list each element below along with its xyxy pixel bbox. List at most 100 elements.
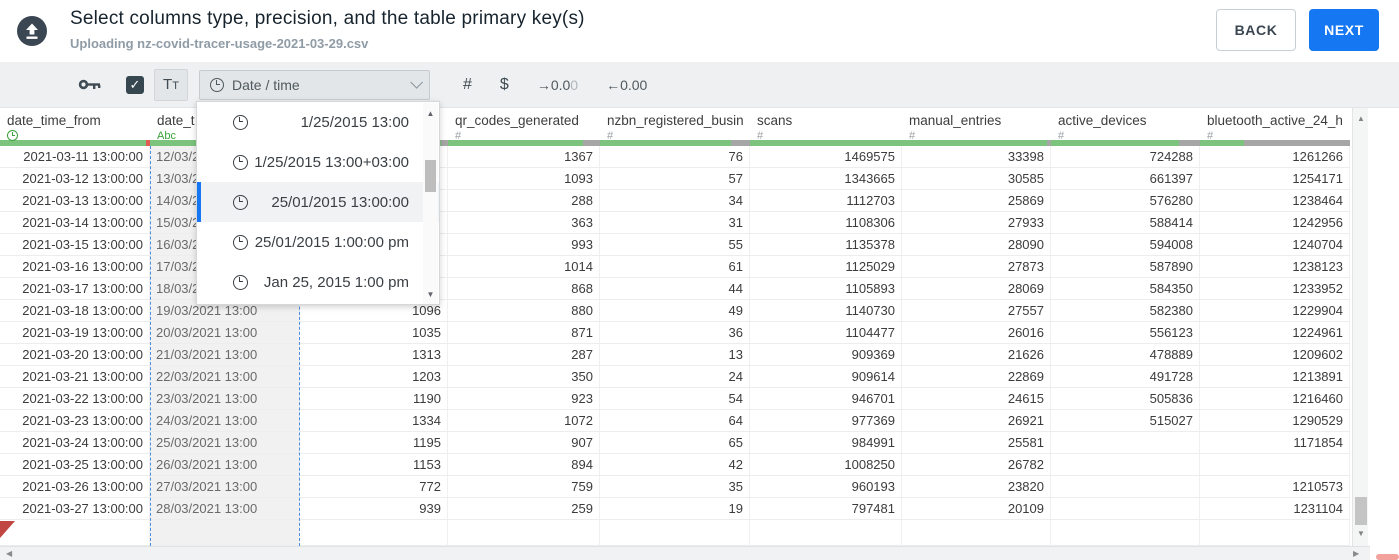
table-cell	[600, 520, 750, 546]
table-cell: 44	[600, 278, 750, 300]
clock-icon	[233, 274, 248, 290]
table-cell: 1313	[300, 344, 448, 366]
table-cell: 26921	[902, 410, 1051, 432]
primary-key-icon[interactable]	[78, 78, 102, 91]
table-cell: 65	[600, 432, 750, 454]
table-cell: 2021-03-12 13:00:00	[0, 168, 150, 190]
table-cell: 759	[448, 476, 600, 498]
scroll-up-icon[interactable]: ▲	[423, 109, 438, 118]
table-cell: 2021-03-11 13:00:00	[0, 146, 150, 168]
menu-scrollbar-thumb[interactable]	[425, 160, 436, 192]
column-header[interactable]: bluetooth_active_24_hr_ #	[1200, 108, 1350, 142]
table-cell: 2021-03-20 13:00:00	[0, 344, 150, 366]
table-cell: 1210573	[1200, 476, 1350, 498]
table-cell: 21626	[902, 344, 1051, 366]
column-manual_entries: manual_entries #33398 30585 25869 27933 28090…	[902, 108, 1051, 546]
table-cell: 55	[600, 234, 750, 256]
clock-icon	[233, 234, 248, 250]
table-cell	[150, 520, 300, 546]
table-cell: 576280	[1051, 190, 1200, 212]
table-cell: 24/03/2021 13:00	[150, 410, 300, 432]
table-cell: 556123	[1051, 322, 1200, 344]
table-cell: 907	[448, 432, 600, 454]
table-cell: 1216460	[1200, 388, 1350, 410]
table-cell: 1290529	[1200, 410, 1350, 432]
table-cell: 1213891	[1200, 366, 1350, 388]
menu-scrollbar[interactable]: ▲ ▼	[423, 103, 438, 304]
column-header[interactable]: qr_codes_generated #	[448, 108, 600, 142]
datetime-format-option[interactable]: 1/25/2015 13:00+03:00	[197, 142, 439, 182]
table-cell: 1238464	[1200, 190, 1350, 212]
column-header[interactable]: date_time_from	[0, 108, 150, 141]
column-header[interactable]: scans #	[750, 108, 902, 142]
back-button[interactable]: BACK	[1216, 9, 1296, 51]
table-cell: 491728	[1051, 366, 1200, 388]
table-cell	[1051, 432, 1200, 454]
table-cell: 594008	[1051, 234, 1200, 256]
scroll-right-icon[interactable]: ▶	[1353, 548, 1359, 560]
table-cell: 880	[448, 300, 600, 322]
table-cell	[448, 520, 600, 546]
table-cell: 797481	[750, 498, 902, 520]
table-cell: 2021-03-25 13:00:00	[0, 454, 150, 476]
table-cell: 34	[600, 190, 750, 212]
scroll-down-icon[interactable]: ▼	[1353, 529, 1369, 538]
table-cell: 27/03/2021 13:00	[150, 476, 300, 498]
table-cell: 1104477	[750, 322, 902, 344]
include-column-checkbox[interactable]: ✓	[126, 75, 144, 94]
datetime-format-option[interactable]: Jan 25, 2015 1:00 pm	[197, 262, 439, 302]
scroll-up-icon[interactable]: ▲	[1353, 114, 1369, 123]
table-cell	[1051, 454, 1200, 476]
datetime-format-option[interactable]: 1/25/2015 13:00	[197, 102, 439, 142]
format-option-label: 25/01/2015 1:00:00 pm	[254, 233, 409, 251]
table-cell: 22869	[902, 366, 1051, 388]
column-header[interactable]: nzbn_registered_busine #	[600, 108, 750, 142]
table-cell: 1035	[300, 322, 448, 344]
datetime-format-option[interactable]: 25/01/2015 1:00:00 pm	[197, 222, 439, 262]
table-cell: 1014	[448, 256, 600, 278]
table-cell: 894	[448, 454, 600, 476]
table-cell: 350	[448, 366, 600, 388]
datetime-format-option[interactable]: 25/01/2015 13:00:00	[197, 182, 439, 222]
datetime-format-menu: 1/25/2015 13:00 1/25/2015 13:00+03:00 25/0…	[196, 101, 440, 305]
chevron-down-icon	[410, 76, 423, 89]
next-button[interactable]: NEXT	[1309, 9, 1379, 51]
table-cell: 588414	[1051, 212, 1200, 234]
vertical-scrollbar-thumb[interactable]	[1355, 497, 1367, 525]
table-cell: 22/03/2021 13:00	[150, 366, 300, 388]
column-type-select[interactable]: Date / time	[199, 69, 430, 100]
table-cell: 76	[600, 146, 750, 168]
table-cell: 2021-03-27 13:00:00	[0, 498, 150, 520]
table-cell: 1125029	[750, 256, 902, 278]
currency-type-icon[interactable]: $	[500, 76, 509, 94]
table-cell: 1008250	[750, 454, 902, 476]
table-cell: 1229904	[1200, 300, 1350, 322]
vertical-scrollbar[interactable]: ▲ ▼	[1352, 108, 1368, 546]
scroll-down-icon[interactable]: ▼	[423, 290, 438, 299]
table-cell: 909614	[750, 366, 902, 388]
table-cell: 26/03/2021 13:00	[150, 454, 300, 476]
column-header[interactable]: manual_entries #	[902, 108, 1051, 142]
number-type-icon[interactable]: #	[463, 76, 472, 94]
corner-scroll-indicator[interactable]	[1376, 554, 1399, 560]
clock-icon	[233, 114, 248, 130]
text-type-button[interactable]: TT	[154, 68, 188, 101]
horizontal-scrollbar[interactable]: ◀ ▶	[0, 546, 1370, 560]
table-cell: 27557	[902, 300, 1051, 322]
table-cell: 2021-03-22 13:00:00	[0, 388, 150, 410]
table-cell: 993	[448, 234, 600, 256]
column-header[interactable]: active_devices #	[1051, 108, 1200, 142]
table-cell: 27873	[902, 256, 1051, 278]
table-cell: 25581	[902, 432, 1051, 454]
table-cell: 984991	[750, 432, 902, 454]
number-type-indicator: #	[1207, 130, 1214, 142]
wizard-actions: BACK NEXT	[1216, 9, 1379, 51]
table-cell: 1112703	[750, 190, 902, 212]
scroll-left-icon[interactable]: ◀	[6, 548, 12, 560]
decrease-precision-icon[interactable]: ←0.00	[606, 77, 647, 93]
table-cell: 54	[600, 388, 750, 410]
table-cell: 1209602	[1200, 344, 1350, 366]
increase-precision-icon[interactable]: →0.0 0	[537, 77, 578, 93]
table-cell: 1140730	[750, 300, 902, 322]
number-type-indicator: #	[607, 130, 614, 142]
